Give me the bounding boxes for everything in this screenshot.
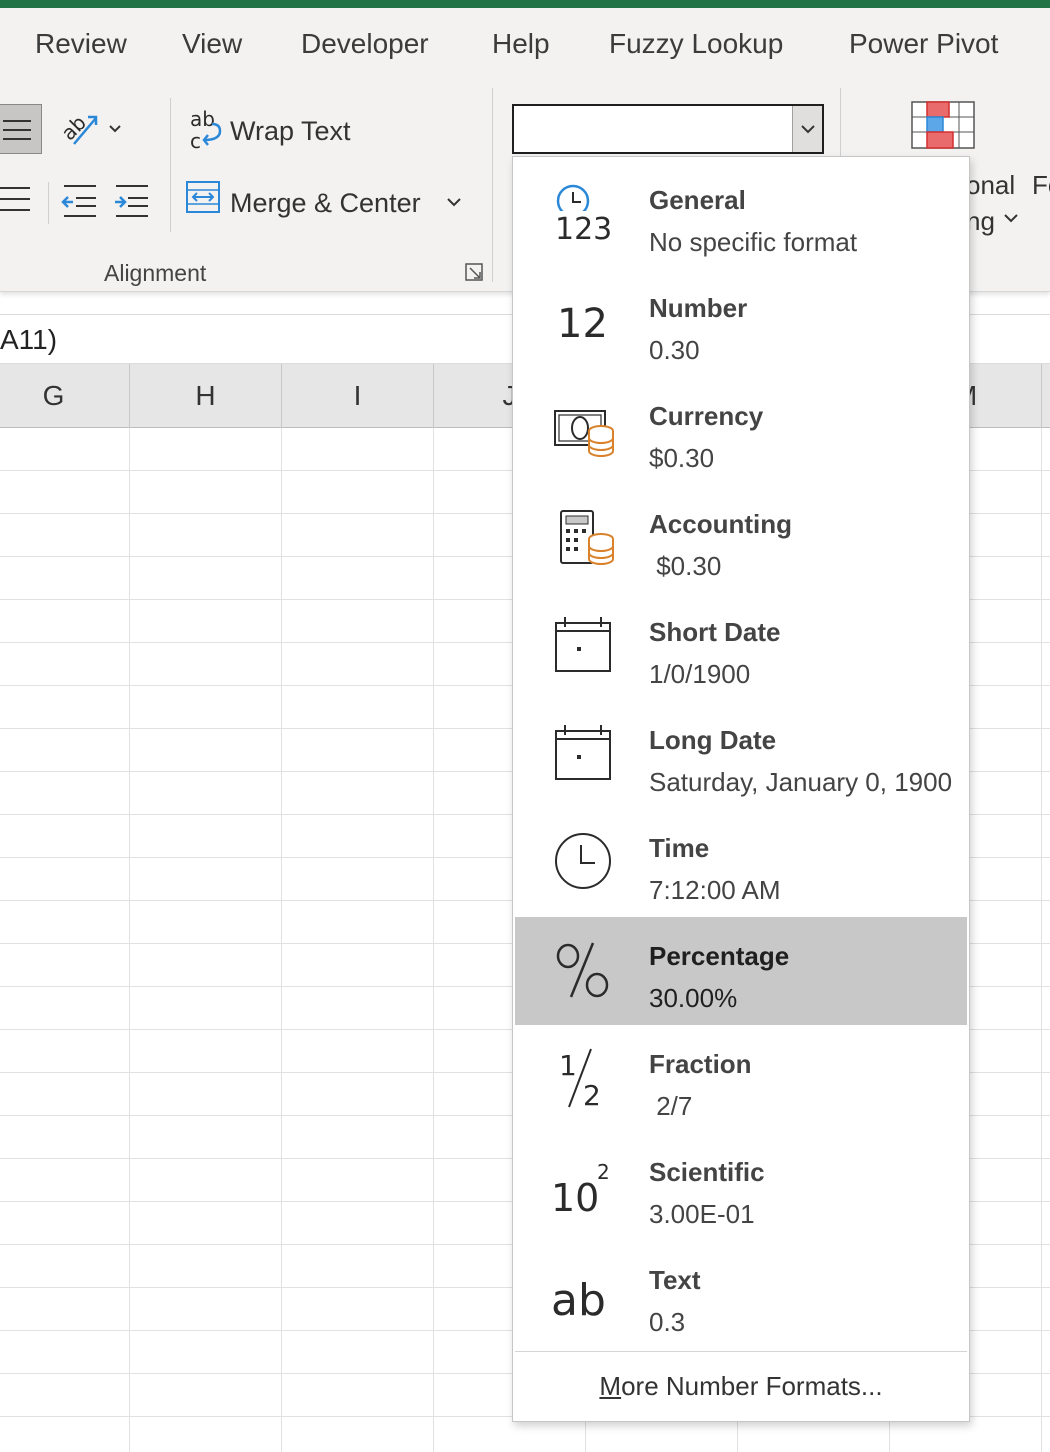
format-example: $0.30 (649, 443, 714, 474)
number-format-dropdown-button[interactable] (792, 106, 822, 152)
merge-center-button[interactable]: Merge & Center (230, 188, 421, 219)
wrap-text-icon: ab c (186, 104, 226, 154)
format-example: 7:12:00 AM (649, 875, 781, 906)
format-name: Scientific (649, 1157, 765, 1188)
title-bar-strip (0, 0, 1050, 8)
tab-view[interactable]: View (182, 28, 242, 60)
tab-power-pivot[interactable]: Power Pivot (849, 28, 998, 60)
format-as-table-label[interactable]: Fo (1032, 170, 1050, 201)
format-option-number[interactable]: 12 Number 0.30 (515, 269, 967, 377)
wrap-text-button[interactable]: Wrap Text (230, 116, 351, 147)
decrease-indent-button[interactable] (60, 178, 100, 222)
formula-text[interactable]: A11) (0, 324, 57, 356)
svg-text:ab: ab (56, 110, 91, 145)
wrap-text-icon-wrap[interactable]: ab c (186, 104, 226, 154)
svg-text:10: 10 (551, 1176, 599, 1217)
orientation-icon: ab (56, 104, 128, 154)
conditional-formatting-button[interactable] (910, 100, 976, 155)
format-option-general[interactable]: 123 General No specific format (515, 161, 967, 269)
format-name: Currency (649, 401, 763, 432)
alignment-group-label: Alignment (104, 260, 206, 287)
merge-dropdown-chevron-icon[interactable] (444, 194, 464, 210)
merge-center-icon-wrap[interactable] (186, 180, 222, 216)
number-format-dropdown: 123 General No specific format 12 Number… (512, 156, 970, 1422)
align-left-button[interactable] (0, 178, 34, 222)
increase-indent-button[interactable] (112, 178, 152, 222)
accounting-icon (551, 505, 615, 569)
number-format-icon: 12 (551, 289, 615, 353)
svg-text:2: 2 (583, 1079, 601, 1109)
format-example: 3.00E-01 (649, 1199, 755, 1230)
format-name: Number (649, 293, 747, 324)
scientific-icon: 10 2 (551, 1153, 615, 1217)
format-name: Fraction (649, 1049, 752, 1080)
calendar-icon (551, 721, 615, 785)
svg-text:12: 12 (557, 301, 608, 347)
svg-text:ab: ab (190, 107, 215, 131)
general-format-icon: 123 (551, 181, 615, 245)
column-header-h[interactable]: H (130, 364, 282, 428)
format-example: 2/7 (649, 1091, 692, 1122)
dialog-launcher-icon[interactable] (464, 262, 486, 284)
format-example: $0.30 (649, 551, 721, 582)
format-name: General (649, 185, 746, 216)
column-header-i[interactable]: I (282, 364, 434, 428)
svg-text:c: c (190, 129, 201, 153)
format-name: Accounting (649, 509, 792, 540)
format-name: Short Date (649, 617, 780, 648)
format-option-time[interactable]: Time 7:12:00 AM (515, 809, 967, 917)
calendar-icon (551, 613, 615, 677)
tab-help[interactable]: Help (492, 28, 550, 60)
svg-text:ab: ab (551, 1275, 606, 1325)
format-name: Percentage (649, 941, 789, 972)
format-example: Saturday, January 0, 1900 (649, 767, 952, 798)
format-name: Long Date (649, 725, 776, 756)
increase-indent-icon (112, 178, 152, 222)
currency-icon (551, 397, 615, 461)
fraction-icon: 1 2 (551, 1045, 615, 1109)
format-option-accounting[interactable]: Accounting $0.30 (515, 485, 967, 593)
svg-text:123: 123 (555, 212, 612, 245)
format-option-long-date[interactable]: Long Date Saturday, January 0, 1900 (515, 701, 967, 809)
svg-text:1: 1 (559, 1049, 577, 1082)
column-header-g[interactable]: G (0, 364, 130, 428)
text-format-icon: ab (551, 1261, 615, 1325)
format-example: No specific format (649, 227, 857, 258)
conditional-formatting-label-line1[interactable]: onal (966, 170, 1015, 201)
tab-review[interactable]: Review (35, 28, 127, 60)
format-option-fraction[interactable]: 1 2 Fraction 2/7 (515, 1025, 967, 1133)
format-option-text[interactable]: ab Text 0.3 (515, 1241, 967, 1349)
decrease-indent-icon (60, 178, 100, 222)
percent-icon (551, 937, 615, 1001)
format-example: 0.3 (649, 1307, 685, 1338)
tab-developer[interactable]: Developer (301, 28, 429, 60)
format-name: Text (649, 1265, 701, 1296)
align-right-button[interactable] (0, 104, 42, 154)
align-lines-icon (0, 178, 34, 222)
conditional-formatting-chevron-icon[interactable] (1002, 210, 1020, 226)
conditional-formatting-icon (910, 100, 976, 150)
ribbon-tabs: Review View Developer Help Fuzzy Lookup … (0, 8, 1050, 82)
more-number-formats-link[interactable]: More Number Formats... (513, 1371, 969, 1402)
menu-divider (515, 1351, 967, 1352)
orientation-button[interactable]: ab (56, 104, 128, 154)
format-option-currency[interactable]: Currency $0.30 (515, 377, 967, 485)
conditional-formatting-label-line2[interactable]: ng (966, 206, 995, 237)
clock-icon (551, 829, 615, 893)
chevron-down-icon (799, 122, 817, 136)
number-format-combo[interactable] (512, 104, 824, 154)
format-example: 1/0/1900 (649, 659, 750, 690)
tab-fuzzy-lookup[interactable]: Fuzzy Lookup (609, 28, 783, 60)
format-example: 0.30 (649, 335, 700, 366)
format-example: 30.00% (649, 983, 737, 1014)
format-option-short-date[interactable]: Short Date 1/0/1900 (515, 593, 967, 701)
svg-text:2: 2 (597, 1160, 610, 1184)
align-right-icon (0, 105, 43, 155)
format-name: Time (649, 833, 709, 864)
format-option-scientific[interactable]: 10 2 Scientific 3.00E-01 (515, 1133, 967, 1241)
merge-center-icon (186, 180, 222, 216)
format-option-percentage[interactable]: Percentage 30.00% (515, 917, 967, 1025)
